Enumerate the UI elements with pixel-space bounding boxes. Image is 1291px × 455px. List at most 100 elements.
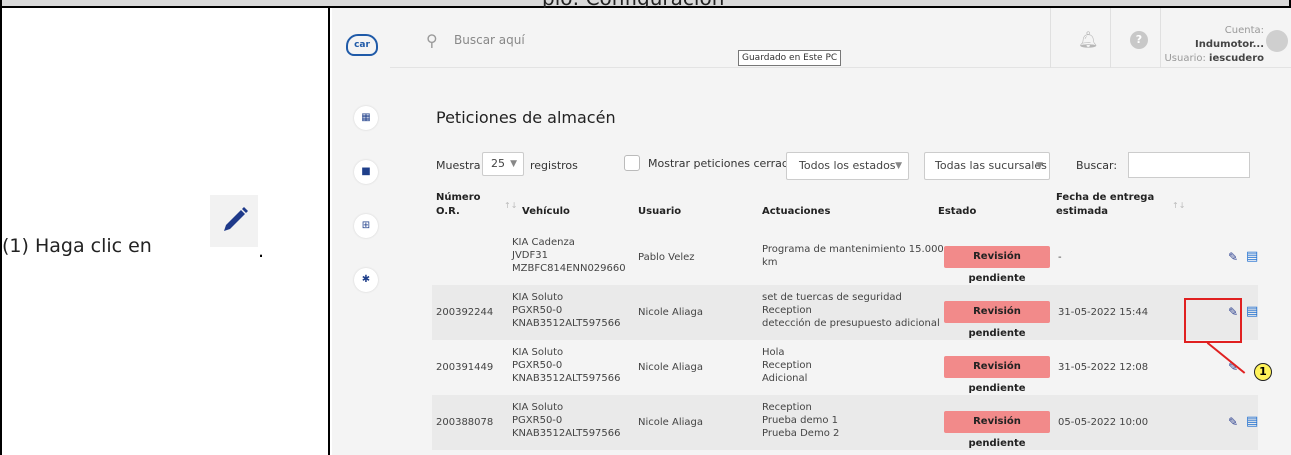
cell-user: Nicole Aliaga — [638, 417, 703, 428]
pencil-icon[interactable]: ✎ — [1228, 250, 1238, 264]
table-row[interactable]: KIA Cadenza JVDF31 MZBFC814ENN029660 Pab… — [432, 230, 1258, 285]
top-bar: ⚲ Buscar aquí Guardado en Este PC 🔔︎ ? C… — [390, 8, 1291, 68]
cell-user: Nicole Aliaga — [638, 307, 703, 318]
col-header-delivery-line1: Fecha de entrega — [1056, 192, 1155, 203]
cloud-car-logo-icon[interactable]: car — [346, 34, 378, 56]
status-badge: Revisión pendiente — [944, 411, 1050, 449]
show-closed-label: Mostrar peticiones cerradas — [648, 157, 802, 170]
instruction-cell: (1) Haga clic en . — [0, 8, 330, 455]
calendar-icon[interactable]: ▦ — [354, 106, 378, 130]
col-header-or[interactable]: Número O.R. — [436, 191, 481, 219]
table-search-input[interactable] — [1128, 152, 1250, 178]
cell-delivery: 05-05-2022 10:00 — [1058, 417, 1149, 428]
list-icon[interactable]: ▤ — [1246, 414, 1258, 429]
cell-actions-line: Prueba demo 1 — [762, 415, 839, 426]
cell-delivery: 31-05-2022 15:44 — [1058, 307, 1149, 318]
cell-actions-line: Reception — [762, 360, 812, 371]
cell-user: Nicole Aliaga — [638, 362, 703, 373]
gear-icon[interactable]: ✱ — [354, 268, 378, 292]
cell-vehicle-line: KNAB3512ALT597566 — [512, 373, 621, 384]
cell-vehicle-line: PGXR50-0 — [512, 305, 563, 316]
cell-actions-line: km — [762, 257, 778, 268]
instruction-text: (1) Haga clic en — [2, 235, 152, 257]
cell-actions-line: Hola — [762, 347, 785, 358]
records-label: registros — [530, 159, 578, 172]
cell-vehicle-line: KIA Cadenza — [512, 237, 575, 248]
list-icon[interactable]: ▤ — [1246, 249, 1258, 264]
cell-vehicle-line: KIA Soluto — [512, 347, 564, 358]
table-row[interactable]: 200388078 KIA Soluto PGXR50-0 KNAB3512AL… — [432, 395, 1258, 450]
col-header-status[interactable]: Estado — [938, 205, 976, 219]
cell-actions-line: Prueba Demo 2 — [762, 428, 840, 439]
page-size-select[interactable]: 25 ▼ — [482, 152, 524, 176]
account-info[interactable]: Cuenta: Indumotor... Usuario: iescudero — [1156, 24, 1264, 66]
show-closed-checkbox[interactable] — [624, 155, 640, 171]
list-icon[interactable]: ▤ — [1246, 304, 1258, 319]
help-icon[interactable]: ? — [1130, 31, 1148, 49]
user-label: Usuario: — [1164, 53, 1206, 64]
cell-vehicle: KIA Cadenza JVDF31 MZBFC814ENN029660 — [512, 236, 626, 275]
cell-vehicle-line: KIA Soluto — [512, 402, 564, 413]
show-label: Muestra — [436, 159, 481, 172]
col-header-vehicle[interactable]: Vehículo — [522, 205, 570, 219]
cell-or: 200392244 — [436, 307, 494, 318]
cell-vehicle-line: PGXR50-0 — [512, 360, 563, 371]
col-header-actions[interactable]: Actuaciones — [762, 205, 830, 219]
instruction-period: . — [258, 240, 265, 262]
cell-vehicle-line: MZBFC814ENN029660 — [512, 263, 626, 274]
branch-filter-select[interactable]: Todas las sucursales ▼ — [924, 152, 1050, 180]
cell-actions: set de tuercas de seguridad Reception de… — [762, 291, 940, 330]
chevron-down-icon: ▼ — [895, 161, 902, 171]
cell-vehicle-line: KNAB3512ALT597566 — [512, 428, 621, 439]
col-header-user[interactable]: Usuario — [638, 205, 681, 219]
chevron-down-icon: ▼ — [510, 159, 517, 169]
col-header-delivery[interactable]: Fecha de entrega estimada — [1056, 191, 1154, 219]
status-filter-select[interactable]: Todos los estados ▼ — [786, 152, 909, 180]
cell-user: Pablo Velez — [638, 252, 695, 263]
cell-or: 200388078 — [436, 417, 494, 428]
cell-actions-line: Programa de mantenimiento 15.000 — [762, 244, 944, 255]
cell-actions: Reception Prueba demo 1 Prueba Demo 2 — [762, 401, 839, 440]
topbar-divider — [1050, 8, 1051, 68]
cell-actions-line: Adicional — [762, 373, 808, 384]
bell-icon[interactable]: 🔔︎ — [1078, 30, 1098, 49]
col-header-delivery-line2: estimada — [1056, 206, 1109, 217]
status-badge: Revisión pendiente — [944, 301, 1050, 339]
table-icon[interactable]: ⊞ — [354, 214, 378, 238]
highlight-box — [1184, 298, 1242, 343]
instruction-pencil-icon — [210, 195, 258, 247]
account-label: Cuenta: — [1224, 25, 1264, 36]
search-input[interactable]: Buscar aquí — [454, 33, 525, 47]
document-icon[interactable]: ■ — [354, 160, 378, 184]
cell-or: 200391449 — [436, 362, 494, 373]
status-badge: Revisión pendiente — [944, 246, 1050, 284]
topbar-divider — [1110, 8, 1111, 68]
col-header-or-line2: O.R. — [436, 206, 460, 217]
cell-vehicle-line: PGXR50-0 — [512, 415, 563, 426]
cell-vehicle-line: KNAB3512ALT597566 — [512, 318, 621, 329]
table-row[interactable]: 200392244 KIA Soluto PGXR50-0 KNAB3512AL… — [432, 285, 1258, 340]
user-value: iescudero — [1209, 53, 1264, 64]
app-sidebar: car ▦ ■ ⊞ ✱ — [332, 8, 390, 455]
account-value: Indumotor... — [1195, 39, 1264, 50]
search-label: Buscar: — [1076, 159, 1118, 172]
sort-icon[interactable]: ↑↓ — [504, 201, 517, 210]
col-header-or-line1: Número — [436, 192, 481, 203]
cell-actions: Programa de mantenimiento 15.000 km — [762, 243, 944, 269]
sort-icon[interactable]: ↑↓ — [1172, 201, 1185, 210]
cell-delivery: 31-05-2022 12:08 — [1058, 362, 1149, 373]
cell-vehicle: KIA Soluto PGXR50-0 KNAB3512ALT597566 — [512, 401, 621, 440]
cell-vehicle: KIA Soluto PGXR50-0 KNAB3512ALT597566 — [512, 291, 621, 330]
pencil-icon[interactable]: ✎ — [1228, 415, 1238, 429]
table-row[interactable]: 200391449 KIA Soluto PGXR50-0 KNAB3512AL… — [432, 340, 1258, 395]
cell-actions: Hola Reception Adicional — [762, 346, 812, 385]
avatar[interactable] — [1266, 30, 1288, 52]
search-icon[interactable]: ⚲ — [426, 31, 438, 50]
branch-filter-value: Todas las sucursales — [935, 159, 1047, 172]
cell-delivery: - — [1058, 252, 1062, 263]
page-title: Peticiones de almacén — [436, 108, 616, 127]
save-tooltip: Guardado en Este PC — [738, 50, 842, 66]
cell-vehicle-line: KIA Soluto — [512, 292, 564, 303]
cell-actions-line: Reception — [762, 305, 812, 316]
cell-actions-line: detección de presupuesto adicional — [762, 318, 940, 329]
